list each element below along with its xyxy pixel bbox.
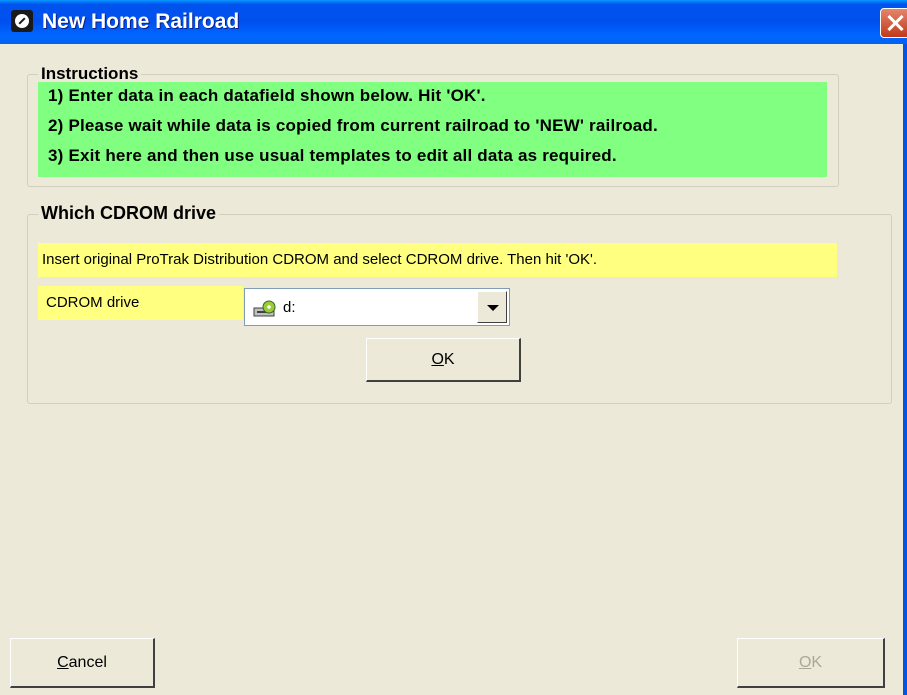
app-railroad-icon [11, 10, 33, 32]
cdrom-drive-label: CDROM drive [38, 286, 243, 320]
instruction-line-1: 1) Enter data in each datafield shown be… [48, 86, 486, 105]
instructions-box: 1) Enter data in each datafield shown be… [38, 82, 827, 177]
cdrom-ok-mnemonic: O [431, 351, 444, 368]
cdrom-hint: Insert original ProTrak Distribution CDR… [38, 243, 837, 277]
close-icon[interactable] [880, 8, 907, 38]
cdrom-drive-value: d: [283, 299, 296, 316]
instruction-line-2: 2) Please wait while data is copied from… [48, 116, 658, 135]
cancel-rest: ancel [68, 654, 107, 671]
footer-ok-mnemonic: O [798, 654, 812, 671]
footer-ok-rest: K [811, 654, 823, 671]
window-right-border [903, 44, 907, 695]
cdrom-legend: Which CDROM drive [38, 203, 220, 224]
instructions-legend: Instructions [38, 64, 142, 84]
dropdown-arrow-icon[interactable] [477, 291, 507, 323]
cancel-mnemonic: C [57, 654, 69, 671]
cdrom-ok-rest: K [443, 351, 455, 368]
cdrom-drive-select[interactable]: d: [244, 288, 510, 326]
footer-ok-button[interactable]: OK [737, 638, 885, 688]
title-bar[interactable]: New Home Railroad [0, 0, 907, 44]
cdrom-hint-text: Insert original ProTrak Distribution CDR… [42, 251, 598, 268]
cancel-button[interactable]: Cancel [10, 638, 155, 688]
dialog-window: New Home Railroad Instructions 1) Enter … [0, 0, 907, 695]
cdrom-ok-button[interactable]: OK [366, 338, 521, 382]
instruction-line-3: 3) Exit here and then use usual template… [48, 146, 617, 165]
cd-drive-icon [253, 300, 276, 317]
cdrom-drive-label-text: CDROM drive [46, 294, 140, 311]
window-title: New Home Railroad [42, 10, 240, 33]
